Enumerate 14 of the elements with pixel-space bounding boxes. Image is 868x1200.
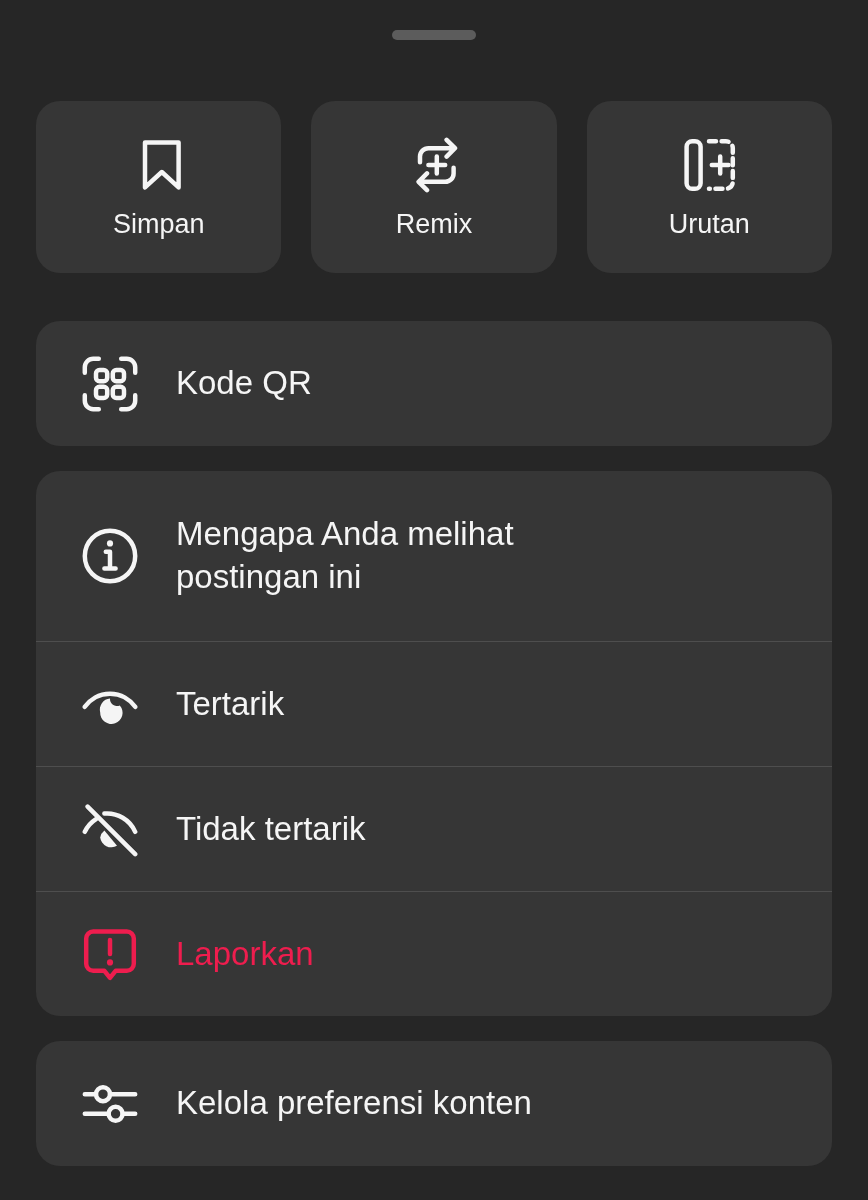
qr-code-icon [82, 355, 138, 412]
action-tile[interactable]: Remix [311, 101, 557, 273]
menu-item[interactable]: Mengapa Anda melihat postingan ini [36, 471, 832, 641]
action-tile[interactable]: Simpan [36, 101, 282, 273]
menu-item[interactable]: Tertarik [36, 641, 832, 766]
menu-item[interactable]: Tidak tertarik [36, 766, 832, 891]
report-icon [82, 926, 138, 982]
eye-off-icon [82, 801, 138, 857]
menu-item[interactable]: Kode QR [36, 321, 832, 446]
menu-item[interactable]: Kelola preferensi konten [36, 1041, 832, 1166]
drag-handle[interactable] [392, 30, 476, 40]
sequence-icon [681, 136, 738, 193]
info-icon [82, 528, 138, 584]
action-tile[interactable]: Urutan [586, 101, 832, 273]
